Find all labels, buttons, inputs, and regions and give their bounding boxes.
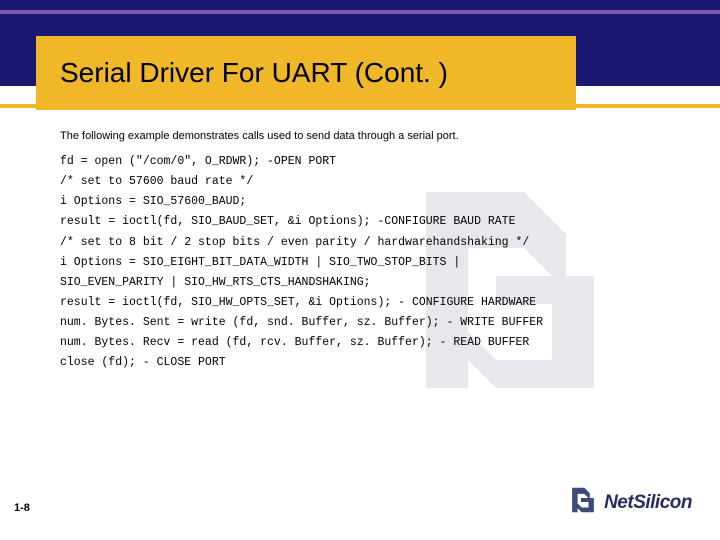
content-area: The following example demonstrates calls… [60,130,680,373]
footer: 1-8 NetSilicon [0,490,720,530]
intro-text: The following example demonstrates calls… [60,130,680,142]
brand-logo-icon [566,483,600,522]
purple-accent-strip [0,10,720,14]
page-number: 1-8 [14,502,30,514]
brand-name: NetSilicon [604,492,692,514]
slide-title: Serial Driver For UART (Cont. ) [60,57,448,89]
brand-logo: NetSilicon [566,483,692,522]
title-box: Serial Driver For UART (Cont. ) [36,36,576,110]
code-block: fd = open ("/com/0", O_RDWR); -OPEN PORT… [60,152,680,373]
